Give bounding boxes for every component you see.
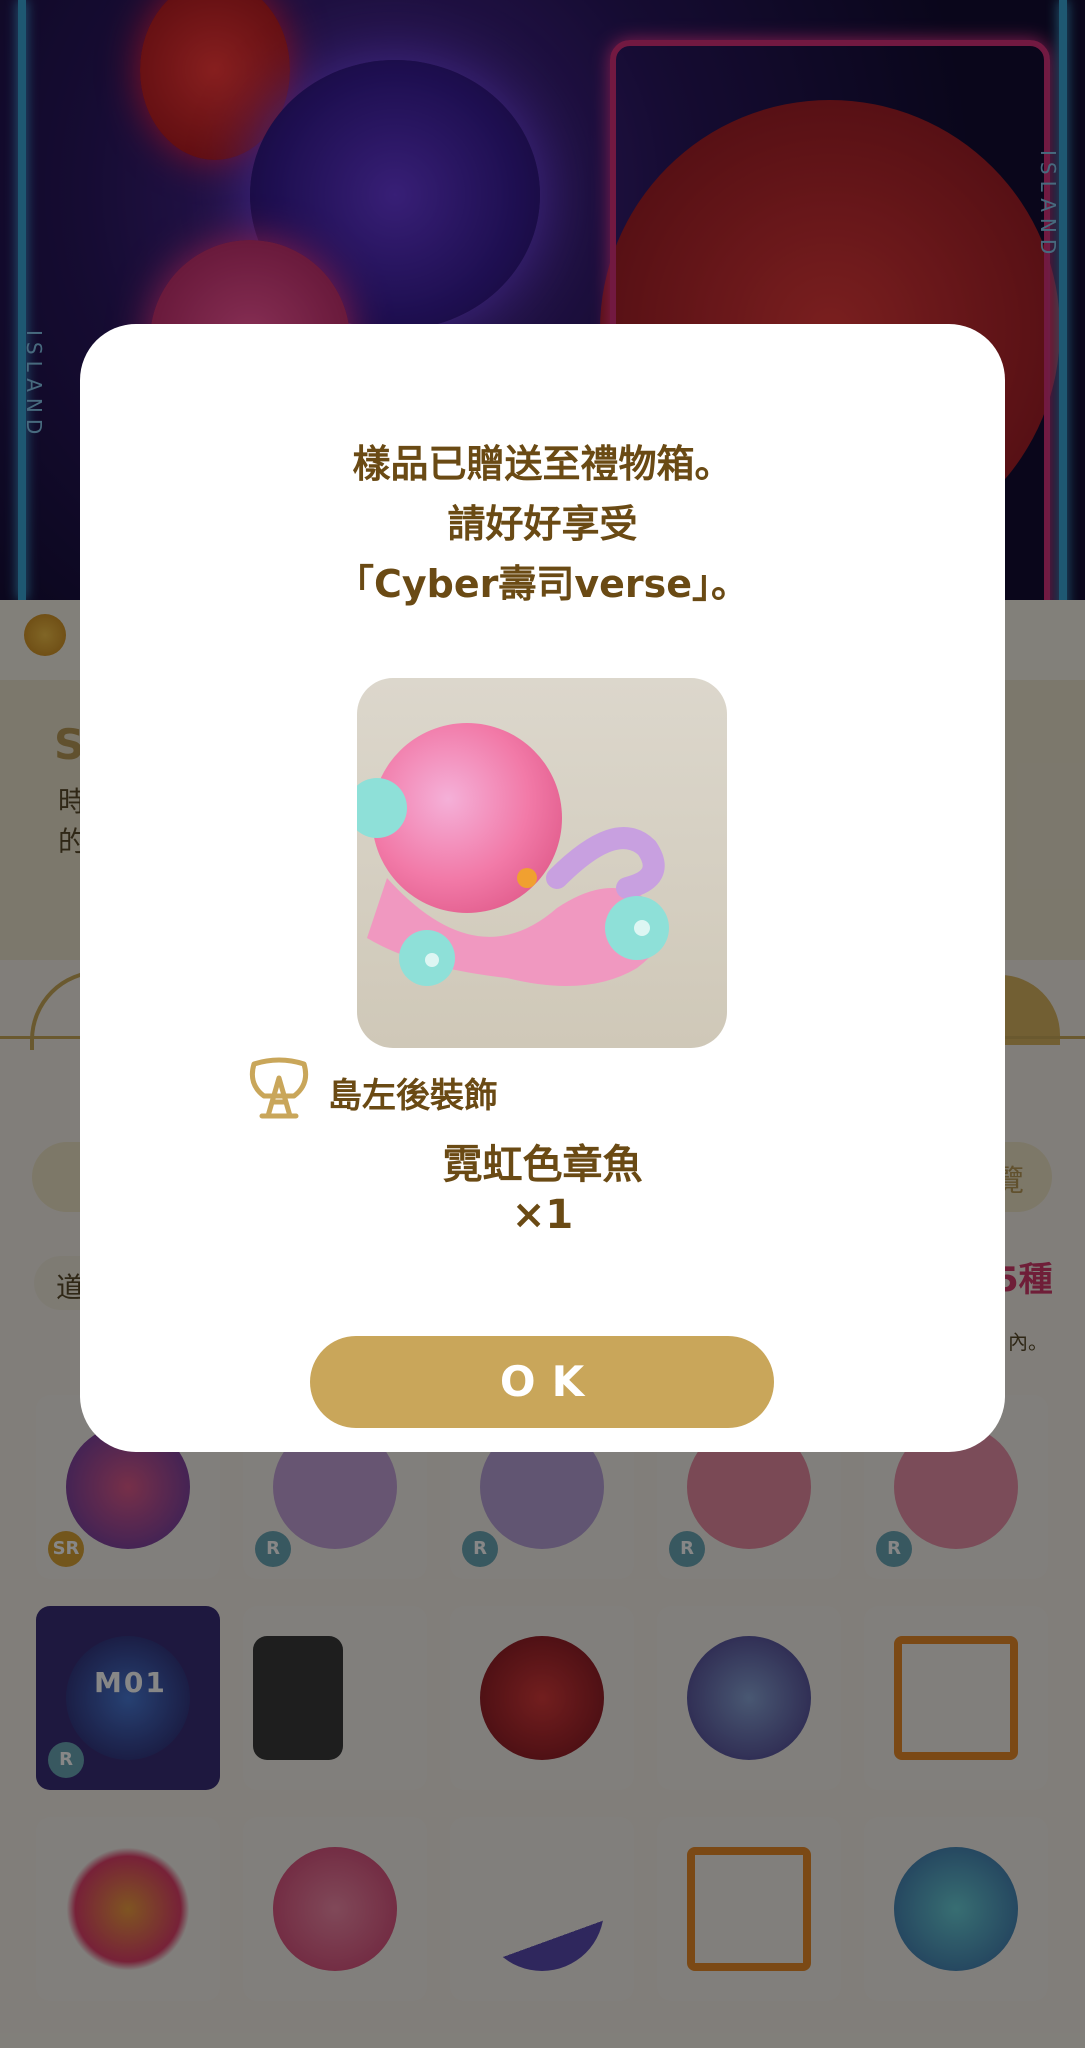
dialog-message-line3: 「Cyber壽司verse」。 (335, 562, 750, 606)
item-type-label: 島左後裝飾 (328, 1076, 498, 1116)
ok-button[interactable]: OK (310, 1336, 774, 1428)
dialog-message-line1: 樣品已贈送至禮物箱。 (352, 442, 733, 486)
octopus-image (357, 723, 669, 986)
dialog-message-line2: 請好好享受 (447, 502, 638, 546)
dialog-message: 樣品已贈送至禮物箱。 請好好享受 「Cyber壽司verse」。 (80, 434, 1005, 614)
prize-image (357, 678, 727, 1048)
island-decoration-icon (249, 1057, 309, 1119)
prize-quantity: ×1 (511, 1192, 574, 1238)
prize-name: 霓虹色章魚 (442, 1142, 643, 1188)
gift-dialog: 樣品已贈送至禮物箱。 請好好享受 「Cyber壽司verse」。 島左後裝飾 霓… (80, 324, 1005, 1452)
